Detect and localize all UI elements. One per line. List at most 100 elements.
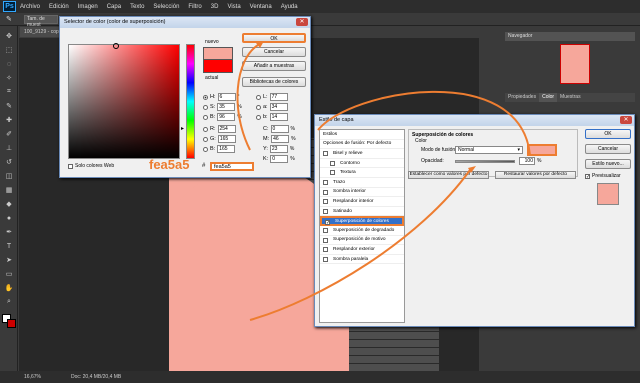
radio-blue[interactable] bbox=[203, 146, 208, 152]
style-checkbox[interactable] bbox=[323, 237, 328, 243]
style-item-pattern-overlay[interactable]: Superposición de motivo bbox=[320, 236, 404, 246]
layer-style-ok-button[interactable]: OK bbox=[585, 129, 631, 139]
menu-edicion[interactable]: Edición bbox=[49, 4, 69, 10]
menu-imagen[interactable]: Imagen bbox=[78, 4, 98, 10]
eyedropper-icon[interactable]: ✎ bbox=[6, 15, 12, 23]
input-l[interactable]: 77 bbox=[269, 93, 288, 101]
reset-default-button[interactable]: Restaurar valores por defecto bbox=[495, 171, 576, 179]
radio-lab-b[interactable] bbox=[256, 114, 261, 120]
tab-color[interactable]: Color bbox=[539, 93, 558, 102]
lasso-tool-icon[interactable]: ◌ bbox=[3, 60, 15, 68]
preview-checkbox[interactable]: ✓ bbox=[585, 173, 590, 179]
style-item-gradient-overlay[interactable]: Superposición de degradado bbox=[320, 226, 404, 236]
pen-tool-icon[interactable]: ✒ bbox=[3, 228, 15, 236]
hand-tool-icon[interactable]: ✋ bbox=[3, 284, 15, 292]
sample-size-select[interactable]: Tam. de muest bbox=[24, 15, 58, 28]
menu-3d[interactable]: 3D bbox=[211, 4, 219, 10]
shape-tool-icon[interactable]: ▭ bbox=[3, 270, 15, 278]
style-item-inner-glow[interactable]: Resplandor interior bbox=[320, 197, 404, 207]
dodge-tool-icon[interactable]: ● bbox=[3, 214, 15, 222]
menu-capa[interactable]: Capa bbox=[107, 4, 121, 10]
menu-archivo[interactable]: Archivo bbox=[20, 4, 40, 10]
style-item-stroke[interactable]: Trazo bbox=[320, 178, 404, 188]
add-to-swatches-button[interactable]: Añadir a muestras bbox=[242, 61, 306, 71]
gradient-tool-icon[interactable]: ▦ bbox=[3, 186, 15, 194]
radio-g[interactable] bbox=[203, 136, 208, 142]
style-item-texture[interactable]: Textura bbox=[320, 168, 404, 178]
style-checkbox-checked[interactable]: ✓ bbox=[325, 220, 330, 226]
healing-tool-icon[interactable]: ✚ bbox=[3, 116, 15, 124]
menu-vista[interactable]: Vista bbox=[227, 4, 240, 10]
preview-toggle[interactable]: ✓ Previsualizar bbox=[585, 173, 621, 179]
hue-slider[interactable] bbox=[186, 44, 195, 159]
opacity-input[interactable]: 100 bbox=[519, 157, 535, 165]
style-checkbox[interactable] bbox=[323, 256, 328, 262]
current-color-swatch[interactable] bbox=[203, 60, 233, 73]
style-item-drop-shadow[interactable]: Sombra paralela bbox=[320, 255, 404, 265]
hue-arrow-icon[interactable]: ▸ bbox=[181, 125, 184, 132]
menu-ayuda[interactable]: Ayuda bbox=[281, 4, 298, 10]
menu-filtro[interactable]: Filtro bbox=[188, 4, 201, 10]
menu-ventana[interactable]: Ventana bbox=[250, 4, 272, 10]
input-lab-b[interactable]: 14 bbox=[269, 113, 288, 121]
radio-h[interactable] bbox=[203, 94, 208, 100]
opacity-slider[interactable] bbox=[455, 160, 515, 163]
zoom-tool-icon[interactable]: ⌕ bbox=[3, 298, 15, 306]
move-tool-icon[interactable]: ✥ bbox=[3, 32, 15, 40]
style-item-color-overlay[interactable]: ✓ Superposición de colores bbox=[320, 216, 404, 226]
navigator-panel-tab[interactable]: Navegador bbox=[505, 32, 635, 41]
history-brush-icon[interactable]: ↺ bbox=[3, 158, 15, 166]
input-k[interactable]: 0 bbox=[270, 155, 289, 163]
style-checkbox[interactable] bbox=[330, 170, 335, 176]
navigator-thumbnail[interactable] bbox=[560, 44, 590, 84]
style-item-contour[interactable]: Contorno bbox=[320, 159, 404, 169]
style-checkbox[interactable] bbox=[323, 227, 328, 233]
layer-style-cancel-button[interactable]: Cancelar bbox=[585, 144, 631, 154]
style-item-satin[interactable]: Satinado bbox=[320, 207, 404, 217]
eyedropper-tool-icon[interactable]: ✎ bbox=[3, 102, 15, 110]
radio-s[interactable] bbox=[203, 104, 208, 110]
blur-tool-icon[interactable]: ◆ bbox=[3, 200, 15, 208]
input-b[interactable]: 96 bbox=[217, 113, 236, 121]
menu-texto[interactable]: Texto bbox=[130, 4, 144, 10]
style-checkbox[interactable] bbox=[323, 208, 328, 214]
styles-header[interactable]: Estilos bbox=[320, 130, 404, 140]
style-checkbox[interactable] bbox=[323, 247, 328, 253]
radio-a[interactable] bbox=[256, 104, 261, 110]
web-colors-checkbox[interactable] bbox=[68, 163, 73, 169]
style-checkbox[interactable] bbox=[323, 179, 328, 185]
menu-seleccion[interactable]: Selección bbox=[153, 4, 179, 10]
input-c[interactable]: 0 bbox=[270, 125, 289, 133]
new-style-button[interactable]: Estilo nuevo... bbox=[585, 159, 631, 169]
style-item-inner-shadow[interactable]: Sombra interior bbox=[320, 188, 404, 198]
style-checkbox[interactable] bbox=[323, 199, 328, 205]
tab-propiedades[interactable]: Propiedades bbox=[505, 93, 539, 102]
background-color-swatch[interactable] bbox=[7, 319, 16, 328]
radio-b[interactable] bbox=[203, 114, 208, 120]
ok-button[interactable]: OK bbox=[242, 33, 306, 43]
input-h[interactable]: 6 bbox=[217, 93, 236, 101]
blend-options-item[interactable]: Opciones de fusión: Por defecto bbox=[320, 140, 404, 150]
crop-tool-icon[interactable]: ⌗ bbox=[3, 88, 15, 96]
zoom-level[interactable]: 16,67% bbox=[24, 374, 41, 380]
overlay-color-swatch[interactable] bbox=[527, 144, 557, 156]
style-item-outer-glow[interactable]: Resplandor exterior bbox=[320, 245, 404, 255]
close-icon[interactable]: ✕ bbox=[296, 18, 308, 26]
hex-input[interactable]: fea5a5 bbox=[210, 162, 254, 171]
web-colors-only[interactable]: Solo colores Web bbox=[68, 163, 114, 169]
style-item-bevel[interactable]: Bisel y relieve bbox=[320, 149, 404, 159]
input-r[interactable]: 254 bbox=[217, 125, 236, 133]
input-s[interactable]: 35 bbox=[217, 103, 236, 111]
input-g[interactable]: 165 bbox=[217, 135, 236, 143]
marquee-tool-icon[interactable]: ⬚ bbox=[3, 46, 15, 54]
style-checkbox[interactable] bbox=[323, 151, 328, 157]
magic-wand-icon[interactable]: ✧ bbox=[3, 74, 15, 82]
style-checkbox[interactable] bbox=[323, 189, 328, 195]
type-tool-icon[interactable]: T bbox=[3, 242, 15, 250]
path-select-icon[interactable]: ➤ bbox=[3, 256, 15, 264]
saturation-brightness-field[interactable] bbox=[68, 43, 180, 159]
cancel-button[interactable]: Cancelar bbox=[242, 47, 306, 57]
close-icon[interactable]: ✕ bbox=[620, 116, 632, 124]
input-blue[interactable]: 165 bbox=[217, 145, 236, 153]
input-y[interactable]: 23 bbox=[269, 145, 288, 153]
